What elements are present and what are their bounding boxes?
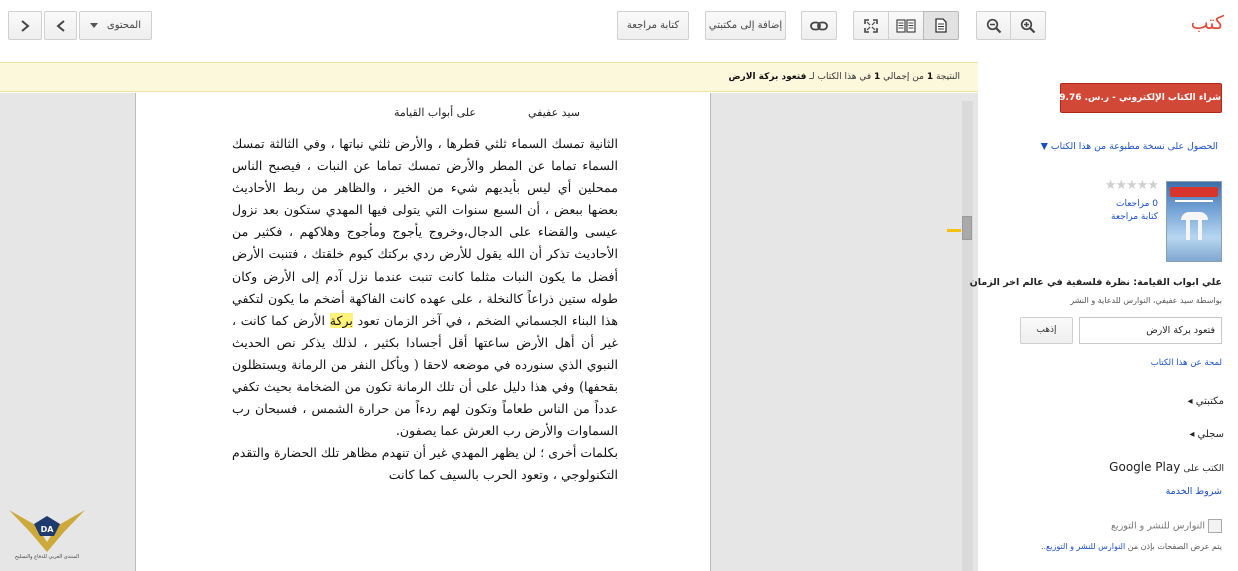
link-button[interactable] <box>801 11 837 40</box>
text-after-highlight: الأرض كما كانت ، غير أن أهل الأرض ساعتها… <box>232 312 618 439</box>
add-to-library-button[interactable]: إضافة إلى مكتبتي <box>705 11 786 40</box>
next-page-button[interactable] <box>8 11 42 40</box>
write-review-link[interactable]: كتابة مراجعة <box>1111 212 1158 222</box>
write-review-button[interactable]: كتابة مراجعة <box>617 11 689 40</box>
book-page: سيد عفيفي على أبواب القيامة الثانية تمسك… <box>135 93 711 571</box>
my-history-menu[interactable]: سجلي ◂ <box>1189 429 1224 440</box>
banner-prefix: النتيجة <box>935 72 960 82</box>
caret-down-icon <box>90 22 98 28</box>
google-play-link[interactable]: الكتب على Google Play <box>1109 460 1224 474</box>
zoom-in-icon <box>1020 18 1036 33</box>
publisher-logo[interactable]: النوارس للنشر و التوزيع <box>1111 519 1222 533</box>
cover-title-band <box>1170 187 1218 197</box>
fullscreen-icon <box>864 18 878 33</box>
banner-total: 1 <box>874 72 881 82</box>
book-title: علي ابواب القيامة: نظرة فلسفية في عالم ا… <box>969 277 1222 288</box>
search-in-book-input[interactable] <box>1079 317 1222 344</box>
book-cover-thumbnail[interactable] <box>1166 181 1222 262</box>
running-author: سيد عفيفي <box>528 106 580 119</box>
eagle-emblem-icon: DA <box>9 510 85 552</box>
publisher-name: النوارس للنشر و التوزيع <box>1111 520 1205 532</box>
single-page-view-button[interactable] <box>923 11 959 40</box>
book-reader[interactable]: سيد عفيفي على أبواب القيامة الثانية تمسك… <box>0 93 978 571</box>
search-results-banner: النتيجة 1 من إجمالي 1 في هذا الكتاب لـ ف… <box>0 62 978 92</box>
text-before-highlight: الثانية تمسك السماء ثلثي قطرها ، والأرض … <box>232 136 618 328</box>
zoom-out-icon <box>986 18 1001 33</box>
svg-text:DA: DA <box>41 525 55 534</box>
rating-stars: ★★★★★ <box>1104 178 1159 193</box>
terms-of-service-link[interactable]: شروط الخدمة <box>1166 486 1222 497</box>
cover-subtitle-line <box>1175 200 1213 202</box>
page-paragraph-1: الثانية تمسك السماء ثلثي قطرها ، والأرض … <box>232 133 618 442</box>
page-running-header: سيد عفيفي على أبواب القيامة <box>136 102 710 122</box>
watermark-text: المنتدى العربي للدفاع والتسليح <box>14 554 80 560</box>
single-page-icon <box>935 18 947 33</box>
link-icon <box>810 21 828 30</box>
search-highlight: بركة <box>329 312 353 328</box>
broken-image-icon <box>1208 519 1222 533</box>
chevron-left-icon <box>55 19 65 32</box>
brand-logo[interactable]: كتب <box>1191 12 1224 34</box>
zoom-in-button[interactable] <box>1010 11 1046 40</box>
chevron-right-icon <box>21 19 30 32</box>
running-title: على أبواب القيامة <box>393 106 476 119</box>
my-library-menu[interactable]: مكتبتي ◂ <box>1188 396 1224 407</box>
page-body-text: الثانية تمسك السماء ثلثي قطرها ، والأرض … <box>232 133 618 487</box>
two-page-icon <box>896 18 916 33</box>
buy-ebook-button[interactable]: شراء الكتاب الإلكتروني - ر.س. 19.76 <box>1053 83 1222 113</box>
reader-scrollbar-track[interactable] <box>962 101 973 571</box>
publisher-note-text: يتم عرض الصفحات بإذن من <box>1127 542 1222 551</box>
page-paragraph-2: بكلمات أخرى ؛ لن يظهر المهدي غير أن تنهد… <box>232 445 618 483</box>
book-sidebar: شراء الكتاب الإلكتروني - ر.س. 19.76 الحص… <box>970 52 1238 571</box>
zoom-out-button[interactable] <box>976 11 1011 40</box>
fullscreen-button[interactable] <box>853 11 889 40</box>
book-overview-link[interactable]: لمحة عن هذا الكتاب <box>1151 358 1222 368</box>
cover-column <box>1198 218 1202 240</box>
book-author: بواسطة سيد عفيفي، النوارس للدعاية و النش… <box>1070 296 1222 305</box>
forum-watermark-logo: DA المنتدى العربي للدفاع والتسليح <box>4 502 90 570</box>
banner-result-number: 1 <box>926 72 934 82</box>
two-page-view-button[interactable] <box>888 11 924 40</box>
banner-suffix: في هذا الكتاب لـ <box>809 72 872 82</box>
toolbar: المحتوى كتابة مراجعة إضافة إلى مكتبتي كت… <box>0 0 1238 52</box>
get-print-copy-link[interactable]: الحصول على نسخة مطبوعة من هذا الكتاب ▼ <box>1041 141 1218 152</box>
contents-dropdown[interactable]: المحتوى <box>79 11 152 40</box>
contents-label: المحتوى <box>106 20 141 31</box>
banner-middle: من إجمالي <box>883 72 924 82</box>
reviews-count-link[interactable]: 0 مراجعات <box>1116 199 1158 209</box>
previous-page-button[interactable] <box>44 11 77 40</box>
banner-query: فتعود بركة الارض <box>728 72 807 82</box>
go-button[interactable]: إذهب <box>1020 317 1073 344</box>
publisher-permission-note: يتم عرض الصفحات بإذن من النوارس للنشر و … <box>1041 542 1222 551</box>
google-play-name: Google Play <box>1109 460 1181 474</box>
publisher-note-link[interactable]: النوارس للنشر و التوزيع.. <box>1041 542 1125 551</box>
search-hit-marker[interactable] <box>947 229 961 232</box>
cover-column <box>1186 218 1190 240</box>
reader-scrollbar-thumb[interactable] <box>962 216 972 240</box>
google-play-prefix: الكتب على <box>1183 464 1224 474</box>
